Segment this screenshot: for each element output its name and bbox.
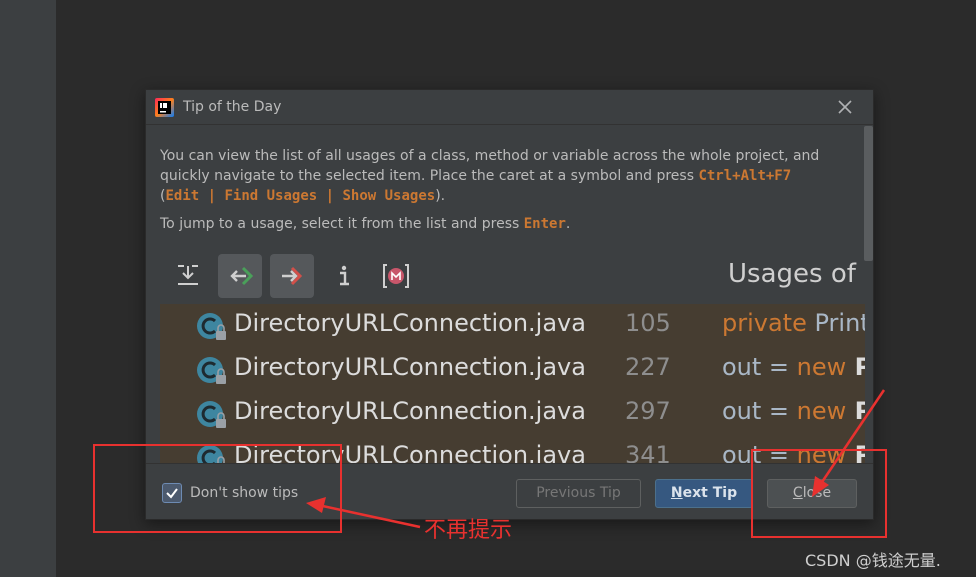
java-class-icon bbox=[197, 401, 226, 428]
code-keyword: new bbox=[796, 397, 847, 425]
tip-content: You can view the list of all usages of a… bbox=[146, 126, 873, 463]
usage-file: DirectoryURLConnection.java bbox=[234, 397, 586, 425]
watermark: CSDN @钱途无量. bbox=[805, 551, 941, 570]
code-bold: P bbox=[846, 397, 865, 425]
arrow-right-icon bbox=[282, 266, 303, 286]
usage-code: out = new P bbox=[722, 397, 865, 425]
annotation-text: 不再提示 bbox=[424, 518, 513, 543]
usage-file: DirectoryURLConnection.java bbox=[234, 353, 586, 381]
usage-line-number: 227 bbox=[625, 353, 671, 381]
usage-row: DirectoryURLConnection.java 105 private … bbox=[160, 304, 865, 348]
usage-row: DirectoryURLConnection.java 297 out = ne… bbox=[160, 392, 865, 436]
tip-line-2-text: quickly navigate to the selected item. P… bbox=[160, 168, 699, 184]
previous-occurrence-button bbox=[218, 254, 262, 298]
tip-preview-image: Usages of P DirectoryURLConnection.java … bbox=[160, 250, 865, 463]
next-tip-mnemonic: N bbox=[670, 485, 683, 501]
usages-title: Usages of P bbox=[728, 259, 865, 289]
annotation-box-close bbox=[751, 449, 887, 538]
dialog-titlebar: Tip of the Day bbox=[146, 90, 873, 125]
code-text: Print bbox=[806, 309, 865, 337]
code-text: out = bbox=[722, 353, 797, 381]
scrollbar-thumb[interactable] bbox=[864, 126, 873, 261]
enter-key-text: Enter bbox=[523, 216, 566, 232]
tip-line-3: (Edit | Find Usages | Show Usages). bbox=[160, 186, 819, 206]
code-bold: P bbox=[846, 353, 865, 381]
usage-line-number: 341 bbox=[625, 441, 671, 463]
shortcut-text: Ctrl+Alt+F7 bbox=[698, 168, 792, 184]
usage-line-number: 297 bbox=[625, 397, 671, 425]
info-button bbox=[322, 254, 366, 298]
usage-file: DirectoryURLConnection.java bbox=[234, 309, 586, 337]
expand-all-button bbox=[166, 254, 210, 298]
tip-line-1: You can view the list of all usages of a… bbox=[160, 148, 820, 164]
tip-line-2: quickly navigate to the selected item. P… bbox=[160, 166, 819, 186]
tip-paragraph-2: To jump to a usage, select it from the l… bbox=[160, 214, 570, 234]
menu-path-text: Edit | Find Usages | Show Usages bbox=[165, 188, 436, 204]
usage-row: DirectoryURLConnection.java 227 out = ne… bbox=[160, 348, 865, 392]
intellij-logo-icon bbox=[155, 98, 174, 117]
ide-left-panel bbox=[0, 0, 56, 577]
arrow-left-icon bbox=[230, 266, 254, 286]
next-occurrence-button bbox=[270, 254, 314, 298]
info-icon bbox=[340, 265, 349, 286]
close-icon[interactable] bbox=[836, 98, 854, 116]
method-icon bbox=[383, 264, 409, 288]
next-tip-button[interactable]: Next Tip bbox=[655, 479, 753, 508]
method-filter-button bbox=[374, 254, 418, 298]
code-keyword: private bbox=[722, 309, 807, 337]
usage-code: private Print bbox=[722, 309, 865, 337]
usages-toolbar: Usages of P bbox=[160, 250, 865, 302]
tip-paragraph-1: You can view the list of all usages of a… bbox=[160, 146, 819, 206]
usages-list: DirectoryURLConnection.java 105 private … bbox=[160, 304, 865, 463]
expand-all-icon bbox=[178, 265, 198, 285]
java-class-icon bbox=[197, 313, 226, 340]
usage-code: out = new P bbox=[722, 353, 865, 381]
annotation-box-checkbox bbox=[93, 444, 342, 533]
next-tip-label: ext Tip bbox=[682, 485, 738, 501]
paren-close: ). bbox=[435, 188, 446, 204]
tip-line-4-end: . bbox=[565, 216, 571, 232]
java-class-icon bbox=[197, 357, 226, 384]
previous-tip-button[interactable]: Previous Tip bbox=[516, 479, 641, 508]
usage-line-number: 105 bbox=[625, 309, 671, 337]
previous-tip-label: Previous Tip bbox=[536, 485, 621, 501]
code-text: out = bbox=[722, 397, 797, 425]
tip-line-4-text: To jump to a usage, select it from the l… bbox=[160, 216, 524, 232]
code-keyword: new bbox=[796, 353, 847, 381]
tip-scrollbar[interactable] bbox=[864, 126, 873, 463]
dialog-title: Tip of the Day bbox=[183, 99, 282, 115]
